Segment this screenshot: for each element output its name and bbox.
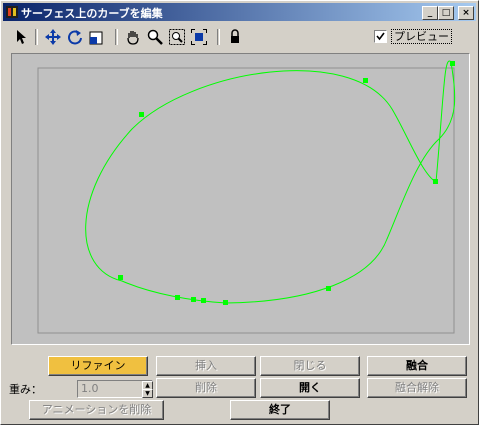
rotate-icon[interactable] bbox=[65, 27, 85, 47]
lock-icon[interactable] bbox=[225, 27, 245, 47]
close-curve-button[interactable]: 閉じる bbox=[260, 356, 360, 376]
toolbar: プレビュー bbox=[3, 23, 476, 51]
curve-vertex[interactable] bbox=[326, 286, 331, 291]
curve-vertex[interactable] bbox=[118, 275, 123, 280]
curve-vertex[interactable] bbox=[450, 61, 455, 66]
title-bar[interactable]: サーフェス上のカーブを編集 _ □ × bbox=[3, 3, 476, 21]
app-icon bbox=[6, 6, 18, 18]
curve-canvas[interactable] bbox=[12, 54, 469, 344]
done-button[interactable]: 終了 bbox=[230, 400, 330, 420]
scale-icon[interactable] bbox=[87, 27, 107, 47]
curve-vertex[interactable] bbox=[175, 295, 180, 300]
curve-viewport[interactable] bbox=[11, 53, 470, 345]
pan-hand-icon[interactable] bbox=[123, 27, 143, 47]
curve-vertices[interactable] bbox=[118, 61, 455, 305]
zoom-region-icon[interactable] bbox=[167, 27, 187, 47]
curve-vertex[interactable] bbox=[433, 179, 438, 184]
surface-curve bbox=[85, 60, 456, 304]
refine-button[interactable]: リファイン bbox=[48, 356, 148, 376]
weight-spinner[interactable]: 1.0 ▲ ▼ bbox=[77, 380, 153, 398]
maximize-button[interactable]: □ bbox=[438, 6, 454, 20]
delete-button[interactable]: 削除 bbox=[156, 378, 256, 398]
curve-vertex[interactable] bbox=[223, 300, 228, 305]
curve-vertex[interactable] bbox=[363, 78, 368, 83]
zoom-icon[interactable] bbox=[145, 27, 165, 47]
spinner-arrows[interactable]: ▲ ▼ bbox=[142, 381, 153, 398]
zoom-extents-icon[interactable] bbox=[189, 27, 209, 47]
spinner-down-icon[interactable]: ▼ bbox=[142, 389, 153, 398]
weight-label: 重み： bbox=[9, 383, 42, 396]
weight-value[interactable]: 1.0 bbox=[81, 382, 99, 395]
window-title: サーフェス上のカーブを編集 bbox=[21, 7, 163, 20]
edit-curve-window: サーフェス上のカーブを編集 _ □ × プレビュー リファイン 挿入 閉じる 融… bbox=[0, 0, 479, 425]
minimize-button[interactable]: _ bbox=[422, 6, 438, 20]
curve-vertex[interactable] bbox=[201, 298, 206, 303]
preview-checkbox[interactable] bbox=[374, 30, 387, 43]
close-button[interactable]: × bbox=[458, 6, 474, 20]
select-arrow-icon[interactable] bbox=[11, 27, 31, 47]
insert-button[interactable]: 挿入 bbox=[156, 356, 256, 376]
unfuse-button[interactable]: 融合解除 bbox=[367, 378, 467, 398]
preview-label: プレビュー bbox=[391, 29, 452, 44]
move-icon[interactable] bbox=[43, 27, 63, 47]
toolbar-separator bbox=[35, 29, 38, 45]
toolbar-separator bbox=[115, 29, 118, 45]
curve-vertex[interactable] bbox=[191, 297, 196, 302]
toolbar-separator bbox=[217, 29, 220, 45]
open-curve-button[interactable]: 開く bbox=[260, 378, 360, 398]
curve-vertex[interactable] bbox=[139, 112, 144, 117]
fuse-button[interactable]: 融合 bbox=[367, 356, 467, 376]
delete-animation-button[interactable]: アニメーションを削除 bbox=[29, 400, 164, 420]
